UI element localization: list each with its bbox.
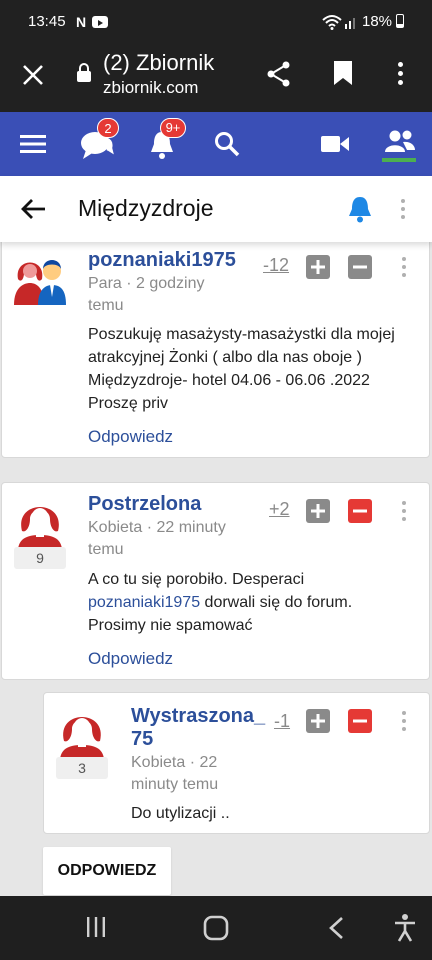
reply-card: 3 Wystraszona_ 75 Kobieta · 22 minuty te…	[43, 692, 430, 834]
browser-menu-icon[interactable]	[398, 62, 403, 85]
post-author[interactable]: Postrzelona	[88, 493, 201, 516]
post-body-line: poznaniaki1975 dorwali się do forum.	[88, 591, 352, 614]
friends-icon[interactable]	[384, 129, 416, 153]
hamburger-menu-icon[interactable]	[20, 134, 46, 154]
user-mention-link[interactable]: poznaniaki1975	[88, 594, 200, 611]
accessibility-icon[interactable]	[393, 913, 417, 943]
plus-icon	[311, 714, 325, 728]
post-card: poznaniaki1975 Para · 2 godziny temu -12…	[1, 230, 430, 458]
reply-link[interactable]: Odpowiedz	[88, 427, 173, 447]
back-icon[interactable]	[328, 916, 344, 940]
post-body-line: Do utylizacji ..	[131, 805, 230, 822]
post-meta: minuty temu	[131, 776, 219, 793]
tab-url[interactable]: zbiornik.com	[103, 78, 198, 98]
video-camera-icon[interactable]	[320, 134, 350, 154]
close-tab-icon[interactable]	[22, 64, 44, 86]
downvote-button[interactable]	[348, 709, 372, 733]
post-body-line: A co tu się porobiło. Desperaci	[88, 571, 305, 588]
post-body-text: dorwali się do forum.	[200, 594, 353, 611]
upvote-button[interactable]	[306, 255, 330, 279]
search-icon[interactable]	[214, 131, 240, 157]
status-bar: 13:45 N 18%	[0, 0, 432, 44]
system-nav-bar	[0, 896, 432, 960]
plus-icon	[311, 260, 325, 274]
subscribe-bell-icon[interactable]	[347, 195, 373, 223]
tab-title[interactable]: (2) Zbiornik	[103, 50, 214, 76]
post-body-line: atrakcyjnej Żonki ( albo dla nas oboje )	[88, 349, 362, 366]
post-meta: Para · 2 godziny	[88, 275, 205, 292]
upvote-button[interactable]	[306, 709, 330, 733]
battery-text: 18%	[362, 13, 393, 30]
downvote-button[interactable]	[348, 499, 372, 523]
post-score[interactable]: -1	[274, 711, 290, 732]
browser-toolbar: (2) Zbiornik zbiornik.com	[0, 44, 432, 112]
reply-link[interactable]: Odpowiedz	[88, 649, 173, 669]
friends-active-indicator	[382, 158, 416, 162]
page-title: Międzyzdroje	[78, 195, 214, 221]
post-menu-icon[interactable]	[402, 257, 406, 281]
avatar-count: 9	[14, 547, 66, 569]
plus-icon	[311, 504, 325, 518]
netflix-icon: N	[76, 14, 87, 30]
post-meta: Kobieta · 22	[131, 754, 218, 771]
avatar-couple[interactable]	[12, 249, 68, 305]
signal-icon	[345, 18, 355, 29]
post-menu-icon[interactable]	[402, 711, 406, 735]
app-nav-bar: 2 9+	[0, 112, 432, 176]
post-body-line: Prosimy nie spamować	[88, 617, 253, 634]
downvote-button[interactable]	[348, 255, 372, 279]
messages-badge: 2	[97, 118, 119, 138]
page-header: Międzyzdroje	[0, 176, 432, 242]
post-menu-icon[interactable]	[402, 501, 406, 525]
post-card: 9 Postrzelona Kobieta · 22 minuty temu +…	[1, 482, 430, 680]
avatar-woman[interactable]	[12, 493, 68, 551]
youtube-icon	[92, 16, 108, 28]
battery-icon	[396, 14, 404, 28]
share-icon[interactable]	[266, 60, 292, 88]
post-meta: Kobieta · 22 minuty	[88, 519, 226, 536]
post-score[interactable]: -12	[263, 255, 289, 276]
notifications-badge: 9+	[160, 118, 186, 138]
post-body-line: Międzyzdroje- hotel 04.06 - 06.06 .2022	[88, 372, 370, 389]
post-body-line: Proszę priv	[88, 395, 169, 412]
reply-button[interactable]: ODPOWIEDZ	[43, 847, 171, 895]
minus-icon	[353, 509, 367, 513]
avatar-woman[interactable]	[54, 703, 110, 761]
minus-icon	[353, 265, 367, 269]
page-menu-icon[interactable]	[401, 199, 405, 223]
upvote-button[interactable]	[306, 499, 330, 523]
back-arrow-icon[interactable]	[20, 198, 46, 220]
post-author[interactable]: Wystraszona_	[131, 705, 265, 728]
wifi-icon	[322, 15, 342, 30]
minus-icon	[353, 719, 367, 723]
post-meta: temu	[88, 297, 124, 314]
post-body-line: Poszukuję masażysty-masażystki dla mojej	[88, 326, 395, 343]
clock: 13:45	[28, 13, 66, 30]
post-author[interactable]: poznaniaki1975	[88, 249, 236, 272]
post-meta: temu	[88, 541, 124, 558]
home-icon[interactable]	[203, 915, 229, 941]
avatar-count: 3	[56, 757, 108, 779]
recent-apps-icon[interactable]	[86, 916, 106, 938]
bookmark-icon[interactable]	[333, 60, 353, 86]
post-author[interactable]: 75	[131, 728, 153, 751]
post-score[interactable]: +2	[269, 499, 290, 520]
lock-icon	[77, 63, 91, 82]
